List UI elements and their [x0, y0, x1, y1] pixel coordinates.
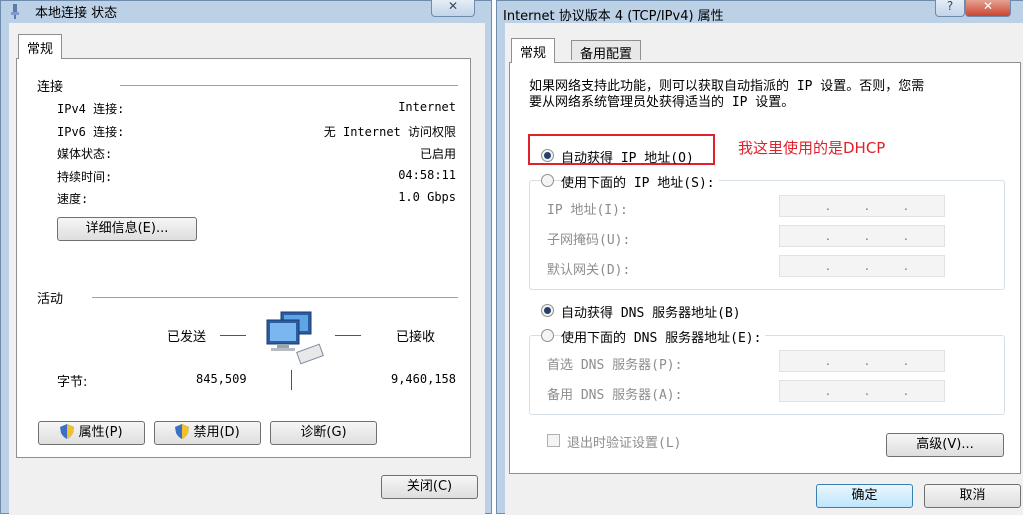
- details-button[interactable]: 详细信息(E)...: [57, 217, 197, 241]
- auto-ip-radio[interactable]: [541, 149, 554, 162]
- status-close-title-button[interactable]: ✕: [431, 0, 475, 17]
- activity-divider: [92, 297, 458, 298]
- ip-dot: .: [826, 199, 830, 213]
- speed-label: 速度:: [57, 192, 89, 206]
- ip-dot: .: [865, 354, 869, 368]
- status-window-title: 本地连接 状态: [35, 6, 118, 21]
- tab-general[interactable]: 常规: [18, 34, 63, 59]
- properties-button-label: 属性(P): [78, 425, 123, 440]
- ip-dot: .: [826, 354, 830, 368]
- validate-checkbox-label[interactable]: 退出时验证设置(L): [567, 432, 681, 451]
- close-icon: ✕: [982, 0, 994, 13]
- cancel-button[interactable]: 取消: [924, 484, 1021, 508]
- duration-label: 持续时间:: [57, 170, 113, 184]
- ip-dot: .: [904, 384, 908, 398]
- auto-dns-radio[interactable]: [541, 304, 554, 317]
- ipv4-close-title-button[interactable]: ✕: [965, 0, 1011, 17]
- default-gateway-field[interactable]: . . .: [779, 255, 945, 277]
- ipv4-value: Internet: [398, 100, 456, 114]
- duration-value: 04:58:11: [398, 168, 456, 182]
- advanced-button[interactable]: 高级(V)...: [886, 433, 1004, 457]
- media-state-value: 已启用: [419, 147, 456, 161]
- ip-dot: .: [904, 229, 908, 243]
- tab-alternate-config[interactable]: 备用配置: [571, 40, 642, 62]
- help-title-button[interactable]: ?: [935, 0, 965, 17]
- status-tab-page: 连接 IPv4 连接: Internet IPv6 连接: 无 Internet…: [16, 58, 471, 458]
- manual-ip-radio-label[interactable]: 使用下面的 IP 地址(S):: [561, 172, 719, 191]
- ipv4-window-title: Internet 协议版本 4 (TCP/IPv4) 属性: [503, 9, 724, 24]
- ok-button[interactable]: 确定: [816, 484, 913, 508]
- ip-dot: .: [904, 259, 908, 273]
- manual-ip-radio[interactable]: [541, 174, 554, 187]
- ipv4-window-titlebar[interactable]: Internet 协议版本 4 (TCP/IPv4) 属性 ? ✕: [497, 0, 1023, 24]
- shield-icon: [60, 424, 75, 439]
- sent-label: 已发送: [167, 330, 207, 345]
- status-client-area: 常规 连接 IPv4 连接: Internet IPv6 连接: 无 Inter…: [9, 23, 485, 515]
- ip-address-label: IP 地址(I):: [547, 203, 628, 218]
- network-computers-icon: [263, 310, 327, 366]
- speed-value: 1.0 Gbps: [398, 190, 456, 204]
- ip-dot: .: [826, 259, 830, 273]
- subnet-mask-label: 子网掩码(U):: [547, 233, 631, 248]
- ip-dot: .: [826, 229, 830, 243]
- ipv4-properties-window: Internet 协议版本 4 (TCP/IPv4) 属性 ? ✕ 常规 备用配…: [496, 0, 1023, 515]
- ip-dot: .: [826, 384, 830, 398]
- auto-dns-radio-label[interactable]: 自动获得 DNS 服务器地址(B): [561, 302, 741, 321]
- preferred-dns-label: 首选 DNS 服务器(P):: [547, 358, 683, 373]
- dhcp-annotation: 我这里使用的是DHCP: [738, 139, 886, 157]
- ipv6-value: 无 Internet 访问权限: [323, 125, 456, 139]
- subnet-mask-field[interactable]: . . .: [779, 225, 945, 247]
- ipv4-client-area: 常规 备用配置 如果网络支持此功能，则可以获取自动指派的 IP 设置。否则，您需…: [505, 23, 1023, 515]
- ip-dot: .: [904, 354, 908, 368]
- manual-dns-radio-label[interactable]: 使用下面的 DNS 服务器地址(E):: [561, 327, 766, 346]
- ip-dot: .: [865, 384, 869, 398]
- ipv4-label: IPv4 连接:: [57, 102, 125, 116]
- default-gateway-label: 默认网关(D):: [547, 263, 631, 278]
- connection-divider: [120, 85, 458, 86]
- ip-dot: .: [865, 199, 869, 213]
- status-window: 本地连接 状态 ✕ 常规 连接 IPv4 连接: Internet IPv6 连…: [0, 0, 492, 515]
- received-line: [335, 335, 361, 336]
- close-button[interactable]: 关闭(C): [381, 475, 478, 499]
- media-state-label: 媒体状态:: [57, 147, 113, 161]
- network-icon: [10, 4, 20, 19]
- disable-button[interactable]: 禁用(D): [154, 421, 261, 445]
- properties-button[interactable]: 属性(P): [38, 421, 145, 445]
- preferred-dns-field[interactable]: . . .: [779, 350, 945, 372]
- ip-address-field[interactable]: . . .: [779, 195, 945, 217]
- diagnose-button[interactable]: 诊断(G): [270, 421, 377, 445]
- auto-ip-radio-label[interactable]: 自动获得 IP 地址(O): [561, 147, 694, 166]
- received-label: 已接收: [396, 330, 436, 345]
- shield-icon: [175, 424, 190, 439]
- validate-checkbox[interactable]: [547, 434, 560, 447]
- tab-general[interactable]: 常规: [511, 38, 556, 63]
- ipv6-label: IPv6 连接:: [57, 125, 125, 139]
- alternate-dns-label: 备用 DNS 服务器(A):: [547, 388, 683, 403]
- description-line2: 要从网络系统管理员处获得适当的 IP 设置。: [529, 95, 795, 110]
- bytes-divider: [291, 370, 292, 390]
- bytes-sent-value: 845,509: [196, 372, 247, 386]
- bytes-received-value: 9,460,158: [390, 372, 456, 386]
- ip-dot: .: [865, 229, 869, 243]
- ip-dot: .: [865, 259, 869, 273]
- manual-dns-group: [529, 335, 1005, 415]
- manual-dns-radio[interactable]: [541, 329, 554, 342]
- alternate-dns-field[interactable]: . . .: [779, 380, 945, 402]
- status-window-titlebar[interactable]: 本地连接 状态 ✕: [1, 0, 491, 23]
- ipv4-tab-page: 如果网络支持此功能，则可以获取自动指派的 IP 设置。否则，您需 要从网络系统管…: [509, 62, 1021, 474]
- connection-section-label: 连接: [37, 80, 64, 95]
- help-icon: ?: [946, 0, 954, 13]
- bytes-label: 字节:: [57, 375, 88, 390]
- ip-dot: .: [904, 199, 908, 213]
- disable-button-label: 禁用(D): [193, 425, 240, 440]
- close-icon: ✕: [447, 0, 459, 13]
- activity-section-label: 活动: [37, 292, 64, 307]
- sent-line: [220, 335, 246, 336]
